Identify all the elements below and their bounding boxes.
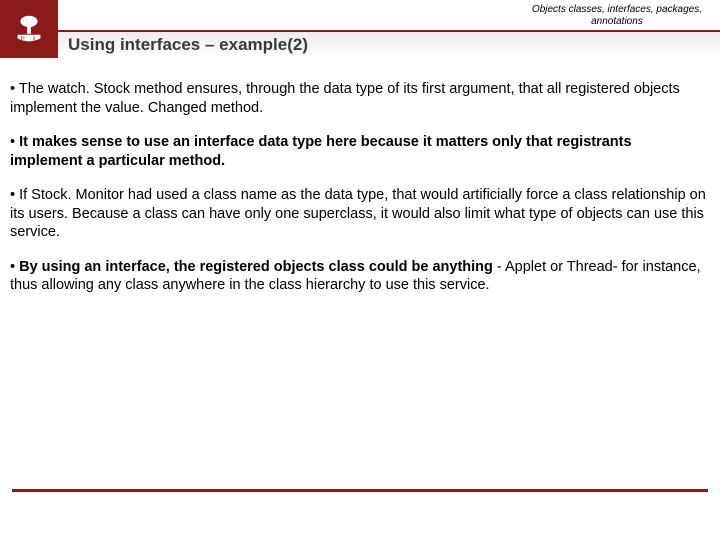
bullet-marker: • xyxy=(10,81,19,97)
logo-crest-icon: P Ł xyxy=(10,10,48,48)
svg-text:Ł: Ł xyxy=(33,34,38,43)
footer-divider xyxy=(12,489,708,492)
bullet-text-seg2: Changed method xyxy=(148,100,259,116)
slide-body: • The watch. Stock method ensures, throu… xyxy=(0,58,720,295)
topic-line-1: Objects classes, interfaces, packages, xyxy=(532,4,702,15)
bullet-text-seg1: Stock method ensures, through the data t… xyxy=(10,81,680,116)
bullet-text-bold: By using an interface, the registered ob… xyxy=(19,259,493,275)
institution-logo: P Ł xyxy=(0,0,58,58)
bullet-marker: • xyxy=(10,134,19,150)
bullet-text-pre: The watch xyxy=(19,81,86,97)
bullet-text-post: . xyxy=(259,100,263,116)
topic-label: Objects classes, interfaces, packages, a… xyxy=(532,4,702,27)
bullet-item: • By using an interface, the registered … xyxy=(10,258,706,295)
bullet-item: • If Stock. Monitor had used a class nam… xyxy=(10,186,706,242)
slide-title: Using interfaces – example(2) xyxy=(68,35,308,55)
svg-text:P: P xyxy=(20,34,24,43)
bullet-text: If Stock. Monitor had used a class name … xyxy=(10,187,706,240)
bullet-marker: • xyxy=(10,187,19,203)
bullet-item: • The watch. Stock method ensures, throu… xyxy=(10,80,706,117)
slide-header: P Ł Objects classes, interfaces, package… xyxy=(0,0,720,58)
bullet-marker: • xyxy=(10,259,19,275)
title-bar: Using interfaces – example(2) xyxy=(58,30,720,58)
bullet-text-bold: It makes sense to use an interface data … xyxy=(10,134,632,169)
topic-line-2: annotations xyxy=(591,16,643,27)
bullet-item: • It makes sense to use an interface dat… xyxy=(10,133,706,170)
